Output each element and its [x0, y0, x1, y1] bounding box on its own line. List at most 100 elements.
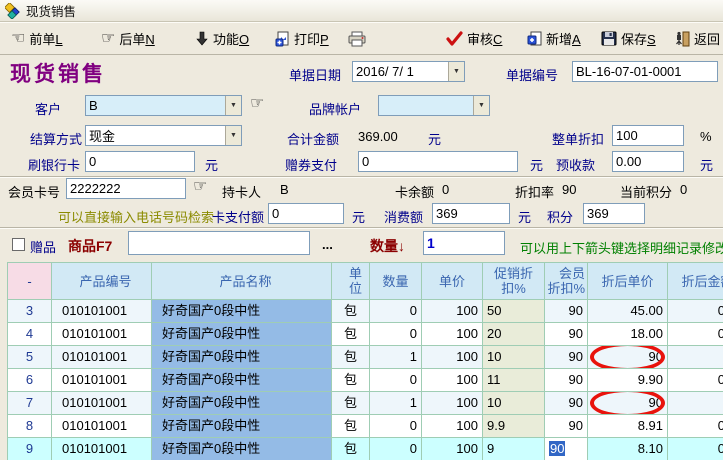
printer-icon-button[interactable]	[345, 26, 369, 51]
cell-qty[interactable]: 0	[370, 300, 422, 323]
cell-rownum[interactable]: 9	[8, 438, 52, 460]
cell-unit[interactable]: 包	[332, 415, 370, 438]
cell-unit[interactable]: 包	[332, 300, 370, 323]
settle-method-combo[interactable]: 现金 ▼	[85, 125, 242, 146]
cell-name[interactable]: 好奇国产0段中性	[152, 392, 332, 415]
cell-unit[interactable]: 包	[332, 392, 370, 415]
cell-qty[interactable]: 1	[370, 346, 422, 369]
table-row-4[interactable]: 4010101001好奇国产0段中性包0100209018.000.00	[8, 323, 723, 346]
table-row-7[interactable]: 7010101001好奇国产0段中性包110010909090	[8, 392, 723, 415]
quantity-input[interactable]	[423, 231, 505, 255]
cell-promo[interactable]: 20	[483, 323, 545, 346]
gift-checkbox[interactable]	[12, 238, 25, 251]
cell-name[interactable]: 好奇国产0段中性	[152, 438, 332, 460]
column-header-price[interactable]: 单价	[422, 263, 483, 300]
consume-input[interactable]	[432, 203, 510, 224]
cell-damount[interactable]: 90	[668, 346, 723, 369]
column-header-damount[interactable]: 折后金额	[668, 263, 723, 300]
doc-no-input[interactable]	[572, 61, 718, 82]
cell-name[interactable]: 好奇国产0段中性	[152, 346, 332, 369]
cell-promo[interactable]: 10	[483, 346, 545, 369]
cell-member[interactable]: 90	[545, 415, 588, 438]
cell-code[interactable]: 010101001	[52, 415, 152, 438]
table-row-9[interactable]: 9010101001好奇国产0段中性包01009908.100.00	[8, 438, 723, 460]
cell-name[interactable]: 好奇国产0段中性	[152, 300, 332, 323]
score-input[interactable]	[583, 203, 645, 224]
cell-member[interactable]: 90	[545, 369, 588, 392]
cell-rownum[interactable]: 7	[8, 392, 52, 415]
cell-member[interactable]: 90	[545, 346, 588, 369]
cell-qty[interactable]: 0	[370, 369, 422, 392]
cell-code[interactable]: 010101001	[52, 369, 152, 392]
cell-damount[interactable]: 90	[668, 392, 723, 415]
table-row-6[interactable]: 6010101001好奇国产0段中性包010011909.900.00	[8, 369, 723, 392]
cell-promo[interactable]: 9.9	[483, 415, 545, 438]
column-header-name[interactable]: 产品名称	[152, 263, 332, 300]
save-button[interactable]: 保存S	[598, 26, 659, 51]
cell-qty[interactable]: 0	[370, 438, 422, 460]
audit-button[interactable]: 审核C	[443, 26, 505, 51]
cell-code[interactable]: 010101001	[52, 438, 152, 460]
doc-date-combo[interactable]: 2016/ 7/ 1 ▼	[352, 61, 465, 82]
cell-promo[interactable]: 11	[483, 369, 545, 392]
cell-member[interactable]: 90	[545, 392, 588, 415]
cell-price[interactable]: 100	[422, 369, 483, 392]
cell-dprice[interactable]: 8.91	[588, 415, 668, 438]
column-header-code[interactable]: 产品编号	[52, 263, 152, 300]
cell-damount[interactable]: 0.00	[668, 369, 723, 392]
prev-order-button[interactable]: ☜ 前单L	[8, 26, 66, 51]
cell-rownum[interactable]: 5	[8, 346, 52, 369]
cell-dprice[interactable]: 90	[588, 346, 668, 369]
new-button[interactable]: 新增A	[524, 26, 584, 51]
cell-promo[interactable]: 9	[483, 438, 545, 460]
column-header-dprice[interactable]: 折后单价	[588, 263, 668, 300]
cell-rownum[interactable]: 3	[8, 300, 52, 323]
return-button[interactable]: 返回	[672, 26, 723, 51]
column-header-promo[interactable]: 促销折扣%	[483, 263, 545, 300]
coupon-pay-input[interactable]	[358, 151, 518, 172]
cell-price[interactable]: 100	[422, 346, 483, 369]
cell-price[interactable]: 100	[422, 438, 483, 460]
card-pay-input[interactable]	[268, 203, 344, 224]
bankcard-input[interactable]	[85, 151, 195, 172]
cell-price[interactable]: 100	[422, 392, 483, 415]
product-input[interactable]	[128, 231, 310, 255]
cell-rownum[interactable]: 6	[8, 369, 52, 392]
cell-price[interactable]: 100	[422, 323, 483, 346]
customer-combo[interactable]: B ▼	[85, 95, 242, 116]
cell-member[interactable]: 90	[545, 300, 588, 323]
cell-code[interactable]: 010101001	[52, 346, 152, 369]
cell-qty[interactable]: 0	[370, 415, 422, 438]
cell-name[interactable]: 好奇国产0段中性	[152, 415, 332, 438]
more-button[interactable]: ...	[322, 237, 333, 252]
cell-dprice[interactable]: 18.00	[588, 323, 668, 346]
cell-code[interactable]: 010101001	[52, 392, 152, 415]
cell-damount[interactable]: 0.00	[668, 438, 723, 460]
brand-account-combo[interactable]: ▼	[378, 95, 490, 116]
cell-promo[interactable]: 10	[483, 392, 545, 415]
column-header-unit[interactable]: 单位	[332, 263, 370, 300]
cell-damount[interactable]: 0.00	[668, 300, 723, 323]
column-header-member[interactable]: 会员折扣%	[545, 263, 588, 300]
cell-member[interactable]: 90	[545, 438, 588, 460]
cell-name[interactable]: 好奇国产0段中性	[152, 369, 332, 392]
column-header-rownum[interactable]: -	[8, 263, 52, 300]
cell-dprice[interactable]: 90	[588, 392, 668, 415]
cell-qty[interactable]: 0	[370, 323, 422, 346]
member-card-input[interactable]	[66, 178, 186, 199]
table-row-8[interactable]: 8010101001好奇国产0段中性包01009.9908.910.00	[8, 415, 723, 438]
chevron-down-icon[interactable]: ▼	[225, 96, 241, 115]
cell-rownum[interactable]: 8	[8, 415, 52, 438]
chevron-down-icon[interactable]: ▼	[448, 62, 464, 81]
cell-rownum[interactable]: 4	[8, 323, 52, 346]
table-row-5[interactable]: 5010101001好奇国产0段中性包110010909090	[8, 346, 723, 369]
chevron-down-icon[interactable]: ▼	[225, 126, 241, 145]
cell-dprice[interactable]: 45.00	[588, 300, 668, 323]
cell-price[interactable]: 100	[422, 415, 483, 438]
hand-pointer-icon[interactable]: ☞	[193, 179, 207, 195]
cell-damount[interactable]: 0.00	[668, 415, 723, 438]
deposit-input[interactable]	[612, 151, 684, 172]
cell-name[interactable]: 好奇国产0段中性	[152, 323, 332, 346]
cell-member[interactable]: 90	[545, 323, 588, 346]
chevron-down-icon[interactable]: ▼	[473, 96, 489, 115]
